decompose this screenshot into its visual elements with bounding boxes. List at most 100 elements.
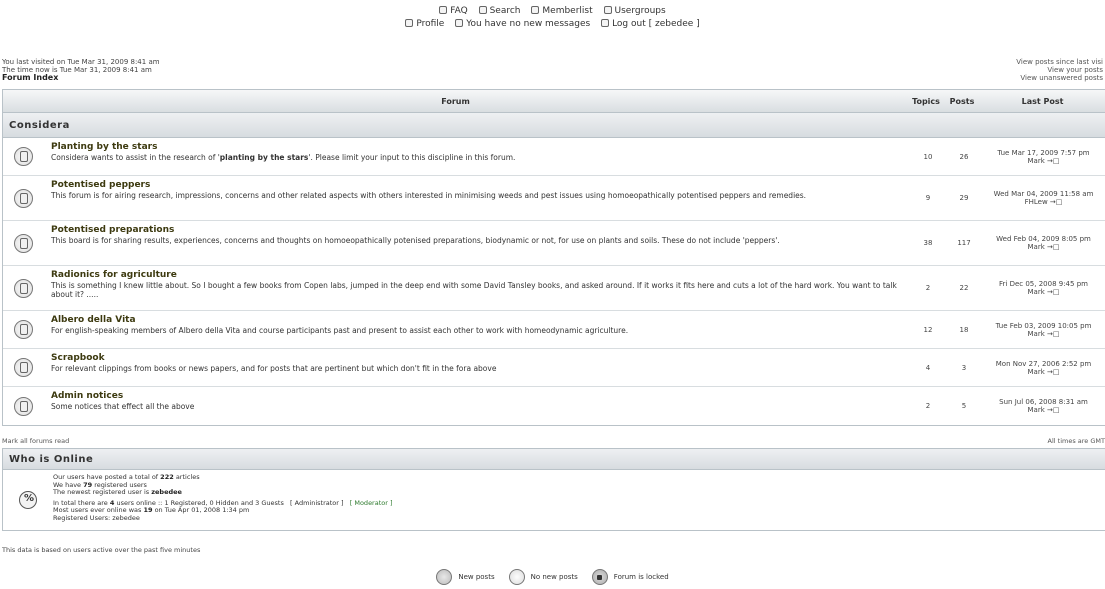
- forum-description: For relevant clippings from books or new…: [51, 364, 497, 373]
- topics-count: 2: [925, 402, 931, 410]
- active-users-note: This data is based on users active over …: [2, 546, 201, 554]
- last-post: Sun Jul 06, 2008 8:31 am Mark →□: [982, 387, 1105, 425]
- last-visit-text: You last visited on Tue Mar 31, 2009 8:4…: [2, 58, 160, 66]
- forum-name[interactable]: Potentised peppers: [51, 180, 904, 191]
- folder-icon: [13, 188, 33, 208]
- stats-icon: [19, 491, 37, 509]
- topics-count: 2: [925, 284, 931, 292]
- last-post-date: Tue Mar 17, 2009 7:57 pm: [997, 148, 1090, 157]
- profile-link[interactable]: Profile: [405, 19, 444, 29]
- posts-count: 3: [961, 363, 967, 372]
- category-considera[interactable]: Considera: [3, 113, 1105, 138]
- last-post-user[interactable]: Mark →□: [982, 368, 1105, 376]
- last-post: Fri Dec 05, 2008 9:45 pm Mark →□: [982, 266, 1105, 310]
- forum-name[interactable]: Potentised preparations: [51, 225, 904, 236]
- forum-description: This is something I knew little about. S…: [51, 281, 897, 299]
- last-post-user[interactable]: Mark →□: [982, 406, 1105, 414]
- table-header: Forum Topics Posts Last Post: [3, 90, 1105, 113]
- folder-icon: [13, 147, 33, 166]
- last-post: Wed Feb 04, 2009 8:05 pm Mark →□: [982, 221, 1105, 265]
- folder-icon: [13, 320, 33, 339]
- last-post-date: Tue Feb 03, 2009 10:05 pm: [995, 321, 1092, 330]
- view-posts-since-last-link[interactable]: View posts since last visi: [1016, 58, 1103, 66]
- view-unanswered-link[interactable]: View unanswered posts: [1016, 74, 1103, 82]
- messages-link[interactable]: You have no new messages: [455, 19, 590, 29]
- moderator-legend: [ Moderator ]: [349, 498, 393, 507]
- new-posts-icon: [436, 569, 453, 585]
- topics-count: 10: [923, 152, 933, 161]
- last-post: Tue Feb 03, 2009 10:05 pm Mark →□: [982, 311, 1105, 348]
- forum-description: This board is for sharing results, exper…: [51, 236, 780, 245]
- topics-count: 12: [923, 325, 933, 334]
- memberlist-link[interactable]: Memberlist: [531, 6, 593, 16]
- col-topics: Topics: [912, 96, 940, 106]
- posts-count: 117: [957, 239, 971, 247]
- logout-link[interactable]: Log out [ zebedee ]: [601, 19, 700, 29]
- forum-row: Scrapbook For relevant clippings from bo…: [3, 349, 1105, 387]
- memberlist-icon: [531, 6, 540, 14]
- locked-icon: [591, 569, 608, 585]
- posts-count: 18: [959, 325, 969, 334]
- visit-info: You last visited on Tue Mar 31, 2009 8:4…: [2, 58, 160, 82]
- last-post-date: Fri Dec 05, 2008 9:45 pm: [999, 280, 1088, 288]
- administrator-legend: [ Administrator ]: [290, 498, 344, 507]
- forum-row: Radionics for agriculture This is someth…: [3, 266, 1105, 311]
- faq-icon: [439, 6, 448, 14]
- forum-table: Forum Topics Posts Last Post Considera P…: [2, 89, 1105, 426]
- faq-link[interactable]: FAQ: [439, 6, 468, 16]
- col-posts: Posts: [949, 96, 975, 106]
- last-post: Tue Mar 17, 2009 7:57 pm Mark →□: [982, 138, 1105, 175]
- forum-name[interactable]: Admin notices: [51, 391, 904, 402]
- view-links: View posts since last visi View your pos…: [1016, 58, 1103, 82]
- col-forum: Forum: [441, 96, 470, 106]
- view-your-posts-link[interactable]: View your posts: [1016, 66, 1103, 74]
- search-icon: [478, 6, 487, 14]
- forum-description: Some notices that effect all the above: [51, 402, 195, 411]
- forum-name[interactable]: Planting by the stars: [51, 142, 904, 153]
- last-post-user[interactable]: Mark →□: [982, 243, 1105, 251]
- last-post-date: Mon Nov 27, 2006 2:52 pm: [995, 359, 1092, 368]
- topics-count: 4: [925, 363, 931, 372]
- usergroups-link[interactable]: Usergroups: [603, 6, 666, 16]
- folder-icon: [13, 396, 33, 416]
- mark-all-read-link[interactable]: Mark all forums read: [2, 437, 69, 445]
- forum-row: Potentised preparations This board is fo…: [3, 221, 1105, 266]
- icon-legend: New posts No new posts Forum is locked: [0, 569, 1105, 585]
- last-post: Wed Mar 04, 2009 11:58 am FHLew →□: [982, 176, 1105, 220]
- below-table-bar: Mark all forums read All times are GMT: [2, 437, 1105, 445]
- posts-count: 22: [959, 284, 969, 292]
- forum-name[interactable]: Albero della Vita: [51, 315, 904, 326]
- posts-count: 5: [961, 402, 967, 410]
- registered-users-list: Registered Users: zebedee: [53, 513, 140, 522]
- forum-row: Potentised peppers This forum is for air…: [3, 176, 1105, 221]
- forum-description: This forum is for airing research, impre…: [51, 191, 807, 200]
- forum-index-link[interactable]: Forum Index: [2, 74, 160, 82]
- top-navigation: FAQ Search Memberlist Usergroups Profile…: [0, 5, 1105, 31]
- logout-icon: [601, 19, 610, 27]
- last-post-date: Wed Feb 04, 2009 8:05 pm: [996, 235, 1091, 243]
- forum-description: Considera wants to assist in the researc…: [51, 153, 516, 162]
- folder-icon: [13, 278, 33, 298]
- folder-icon: [13, 358, 33, 377]
- who-is-online-title[interactable]: Who is Online: [3, 449, 1105, 470]
- messages-icon: [455, 19, 464, 27]
- folder-icon: [13, 233, 33, 253]
- last-post-user[interactable]: Mark →□: [982, 288, 1105, 296]
- usergroups-icon: [603, 6, 612, 14]
- forum-name[interactable]: Scrapbook: [51, 353, 904, 364]
- forum-row: Admin notices Some notices that effect a…: [3, 387, 1105, 425]
- forum-description: For english-speaking members of Albero d…: [51, 326, 629, 335]
- profile-icon: [405, 19, 414, 27]
- last-post-user[interactable]: Mark →□: [982, 330, 1105, 338]
- online-stats: Our users have posted a total of 222 art…: [53, 473, 393, 522]
- last-post: Mon Nov 27, 2006 2:52 pm Mark →□: [982, 349, 1105, 386]
- last-post-user[interactable]: Mark →□: [982, 157, 1105, 165]
- forum-name[interactable]: Radionics for agriculture: [51, 270, 904, 281]
- who-is-online-panel: Who is Online Our users have posted a to…: [2, 448, 1105, 531]
- topics-count: 9: [925, 194, 931, 202]
- search-link[interactable]: Search: [478, 6, 521, 16]
- newest-user-link[interactable]: zebedee: [151, 488, 182, 496]
- timezone-note: All times are GMT: [1047, 437, 1105, 445]
- last-post-user[interactable]: FHLew →□: [982, 198, 1105, 206]
- no-new-posts-icon: [508, 569, 525, 585]
